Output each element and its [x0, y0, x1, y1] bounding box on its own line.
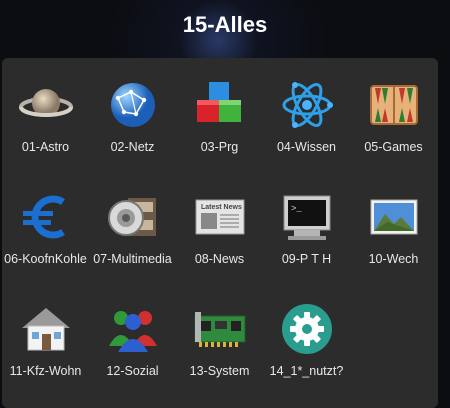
euro-icon: [19, 190, 73, 244]
globe-network-icon: [106, 78, 160, 132]
app-label: 10-Wech: [368, 252, 419, 266]
circuit-board-icon: [193, 302, 247, 356]
app-netz[interactable]: 02-Netz: [89, 68, 176, 180]
app-nutzt[interactable]: 14_1*_nutzt?: [263, 292, 350, 404]
cubes-icon: [193, 78, 247, 132]
app-label: 12-Sozial: [106, 364, 159, 378]
app-label: 09-P T H: [281, 252, 332, 266]
app-label: 08-News: [194, 252, 245, 266]
app-label: 14_1*_nutzt?: [269, 364, 344, 378]
app-grid: 01-Astro 02-Netz 03-Prg 04-Wissen 05-Gam…: [2, 68, 438, 404]
app-astro[interactable]: 01-Astro: [2, 68, 89, 180]
landscape-photo-icon: [367, 190, 421, 244]
app-kfz-wohn[interactable]: 11-Kfz-Wohn: [2, 292, 89, 404]
app-label: 03-Prg: [200, 140, 239, 154]
app-games[interactable]: 05-Games: [350, 68, 437, 180]
house-icon: [19, 302, 73, 356]
speaker-film-icon: [106, 190, 160, 244]
app-label: 13-System: [189, 364, 250, 378]
app-pth[interactable]: >_ 09-P T H: [263, 180, 350, 292]
app-wech[interactable]: 10-Wech: [350, 180, 437, 292]
people-icon: [106, 302, 160, 356]
app-news[interactable]: Latest News 08-News: [176, 180, 263, 292]
app-wissen[interactable]: 04-Wissen: [263, 68, 350, 180]
settings-gear-icon: [280, 302, 334, 356]
app-koofnkohle[interactable]: 06-KoofnKohle: [2, 180, 89, 292]
app-prg[interactable]: 03-Prg: [176, 68, 263, 180]
app-system[interactable]: 13-System: [176, 292, 263, 404]
app-label: 07-Multimedia: [93, 252, 172, 266]
app-label: 01-Astro: [21, 140, 70, 154]
app-label: 05-Games: [364, 140, 423, 154]
terminal-icon: >_: [280, 190, 334, 244]
atom-icon: [280, 78, 334, 132]
backgammon-icon: [367, 78, 421, 132]
app-label: 06-KoofnKohle: [4, 252, 87, 266]
svg-text:>_: >_: [291, 204, 302, 214]
folder-title: 15-Alles: [182, 12, 268, 37]
app-sozial[interactable]: 12-Sozial: [89, 292, 176, 404]
app-multimedia[interactable]: 07-Multimedia: [89, 180, 176, 292]
newspaper-headline: Latest News: [201, 204, 242, 211]
app-label: 04-Wissen: [276, 140, 337, 154]
saturn-icon: [18, 78, 73, 132]
app-label: 11-Kfz-Wohn: [9, 364, 82, 378]
folder-panel: 01-Astro 02-Netz 03-Prg 04-Wissen 05-Gam…: [2, 58, 438, 408]
newspaper-icon: Latest News: [193, 190, 247, 244]
app-label: 02-Netz: [110, 140, 155, 154]
